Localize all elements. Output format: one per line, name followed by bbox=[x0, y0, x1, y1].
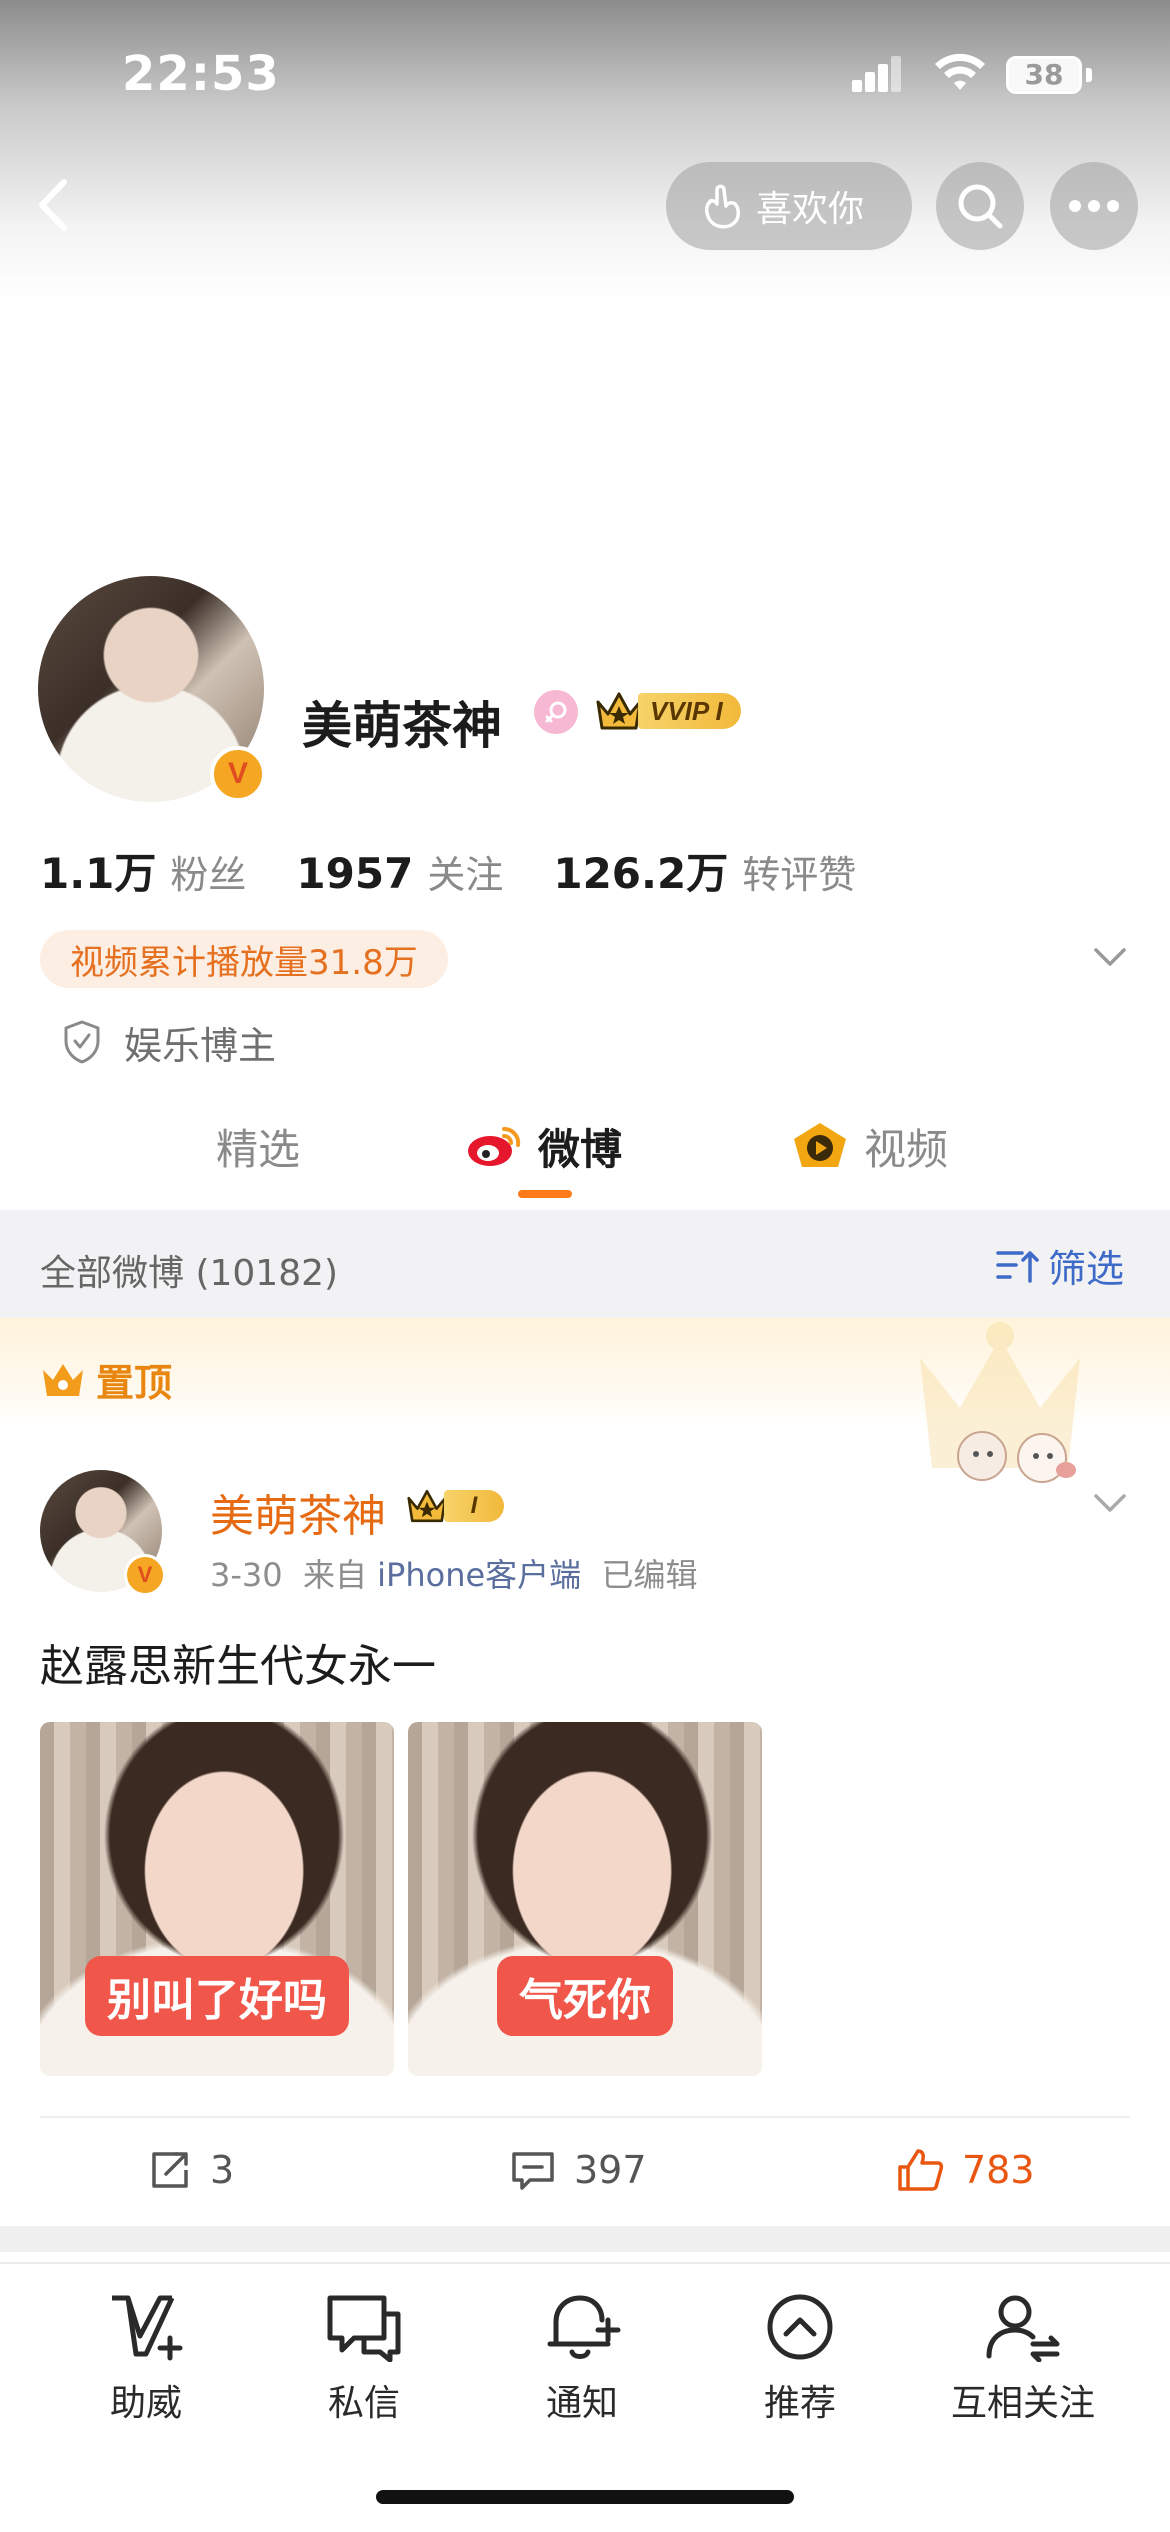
following-label[interactable]: 关注 bbox=[427, 844, 503, 899]
signal-icon bbox=[852, 56, 902, 92]
filter-sort-icon bbox=[996, 1250, 1039, 1283]
nav-notifications[interactable]: 通知 bbox=[502, 2292, 662, 2426]
chevron-left-icon bbox=[39, 179, 67, 231]
tab-weibo-label: 微博 bbox=[538, 1124, 623, 1174]
interactions-count[interactable]: 126.2万 bbox=[553, 840, 728, 901]
post-author-name[interactable]: 美萌茶神 bbox=[210, 1480, 386, 1544]
status-bar: 22:53 38 bbox=[0, 0, 1170, 150]
nav-support-label: 助威 bbox=[109, 2383, 182, 2424]
filter-label: 筛选 bbox=[1048, 1247, 1125, 1291]
tab-weibo[interactable]: 微博 bbox=[466, 1116, 622, 1176]
mutual-follow-icon bbox=[986, 2295, 1060, 2362]
shield-icon bbox=[64, 1020, 100, 1064]
like-button[interactable]: 783 bbox=[896, 2140, 1035, 2200]
back-button[interactable] bbox=[30, 172, 80, 238]
bell-icon bbox=[547, 2295, 621, 2359]
more-button[interactable] bbox=[1050, 162, 1138, 250]
post-image-1-caption: 别叫了好吗 bbox=[85, 1956, 349, 2036]
post-image-2-caption: 气死你 bbox=[497, 1956, 673, 2036]
fans-label[interactable]: 粉丝 bbox=[170, 844, 246, 899]
home-indicator bbox=[376, 2490, 794, 2504]
nav-mutual-follow[interactable]: 互相关注 bbox=[938, 2292, 1108, 2426]
search-button[interactable] bbox=[936, 162, 1024, 250]
nav-recommend-label: 推荐 bbox=[763, 2383, 836, 2424]
post-divider bbox=[40, 2116, 1130, 2118]
comment-icon bbox=[512, 2152, 554, 2190]
profile-name: 美萌茶神 bbox=[302, 697, 502, 755]
repost-count: 3 bbox=[210, 2148, 235, 2192]
pinned-crown-icon bbox=[43, 1363, 83, 1396]
post-meta: 3-30 来自 iPhone客户端 已编辑 bbox=[210, 1550, 698, 1596]
profile-avatar[interactable]: V bbox=[38, 576, 270, 808]
active-tab-indicator bbox=[518, 1190, 572, 1198]
tab-featured-label: 精选 bbox=[216, 1124, 301, 1174]
decorative-sheep-sticker-icon bbox=[957, 1431, 1076, 1483]
wifi-icon bbox=[935, 53, 985, 90]
crown-icon bbox=[596, 692, 642, 730]
post-author-avatar[interactable]: V bbox=[40, 1470, 166, 1596]
battery-level: 38 bbox=[1024, 58, 1064, 91]
post-image-1[interactable]: 别叫了好吗 bbox=[40, 1722, 394, 2076]
following-count[interactable]: 1957 bbox=[296, 849, 413, 898]
status-time: 22:53 bbox=[122, 46, 280, 102]
category-row[interactable]: 娱乐博主 bbox=[62, 1014, 276, 1070]
post-date: 3-30 bbox=[210, 1556, 283, 1594]
category-label: 娱乐博主 bbox=[124, 1023, 277, 1068]
fans-count[interactable]: 1.1万 bbox=[40, 840, 156, 901]
chevron-up-circle-icon bbox=[767, 2294, 833, 2360]
repost-icon bbox=[152, 2152, 188, 2188]
nav-mutual-follow-label: 互相关注 bbox=[950, 2383, 1095, 2424]
profile-stats: 1.1万 粉丝 1957 关注 126.2万 转评赞 bbox=[40, 840, 906, 900]
video-play-icon bbox=[794, 1123, 846, 1167]
feed-count: 全部微博 (10182) bbox=[40, 1253, 339, 1294]
profile-tabs: 精选 微博 视频 bbox=[0, 1100, 1170, 1210]
post-menu-chevron-icon[interactable] bbox=[1092, 1488, 1128, 1516]
post-source-prefix: 来自 bbox=[302, 1556, 367, 1594]
post-vip-badge[interactable]: I bbox=[404, 1486, 504, 1526]
post-image-2[interactable]: 气死你 bbox=[408, 1722, 762, 2076]
post-text[interactable]: 赵露思新生代女永一 bbox=[40, 1630, 436, 1694]
female-icon bbox=[534, 690, 578, 734]
like-you-button[interactable]: 喜欢你 bbox=[666, 162, 912, 250]
video-play-count-pill[interactable]: 视频累计播放量31.8万 bbox=[40, 930, 448, 988]
nav-messages[interactable]: 私信 bbox=[284, 2292, 444, 2426]
verified-badge-icon: V bbox=[124, 1554, 166, 1596]
message-icon bbox=[327, 2295, 401, 2362]
nav-notifications-label: 通知 bbox=[545, 2383, 618, 2424]
nav-messages-label: 私信 bbox=[327, 2383, 400, 2424]
verified-badge-icon: V bbox=[210, 746, 266, 802]
comment-count: 397 bbox=[574, 2148, 647, 2192]
weibo-logo-icon bbox=[468, 1126, 521, 1166]
tab-video-label: 视频 bbox=[864, 1124, 949, 1174]
thumbs-up-icon bbox=[898, 2149, 944, 2191]
like-count: 783 bbox=[962, 2148, 1035, 2192]
filter-button[interactable]: 筛选 bbox=[994, 1238, 1124, 1293]
hand-heart-icon bbox=[704, 184, 740, 229]
like-you-label: 喜欢你 bbox=[756, 189, 865, 230]
post-edited: 已编辑 bbox=[601, 1556, 698, 1594]
search-icon bbox=[958, 184, 1003, 229]
chevron-down-icon[interactable] bbox=[1092, 942, 1128, 970]
nav-recommend[interactable]: 推荐 bbox=[720, 2292, 880, 2426]
repost-button[interactable]: 3 bbox=[148, 2140, 234, 2200]
comment-button[interactable]: 397 bbox=[510, 2140, 647, 2200]
pinned-label: 置顶 bbox=[96, 1361, 173, 1405]
post-vip-tag: I bbox=[444, 1490, 504, 1522]
vvip-badge[interactable]: VVIP I bbox=[594, 688, 741, 734]
nav-support[interactable]: 助威 bbox=[66, 2292, 226, 2426]
v-plus-icon bbox=[112, 2295, 183, 2361]
vvip-tag: VVIP I bbox=[638, 693, 741, 729]
post-source[interactable]: iPhone客户端 bbox=[377, 1556, 581, 1594]
more-dots-icon bbox=[1069, 200, 1119, 212]
section-gap bbox=[0, 2226, 1170, 2252]
tab-featured[interactable]: 精选 bbox=[216, 1116, 300, 1176]
tab-video[interactable]: 视频 bbox=[790, 1116, 948, 1176]
feed-filter-bar: 全部微博 (10182) 筛选 bbox=[0, 1210, 1170, 1318]
battery-icon: 38 bbox=[1006, 56, 1082, 94]
battery-tip bbox=[1086, 68, 1092, 82]
interactions-label[interactable]: 转评赞 bbox=[742, 844, 856, 899]
